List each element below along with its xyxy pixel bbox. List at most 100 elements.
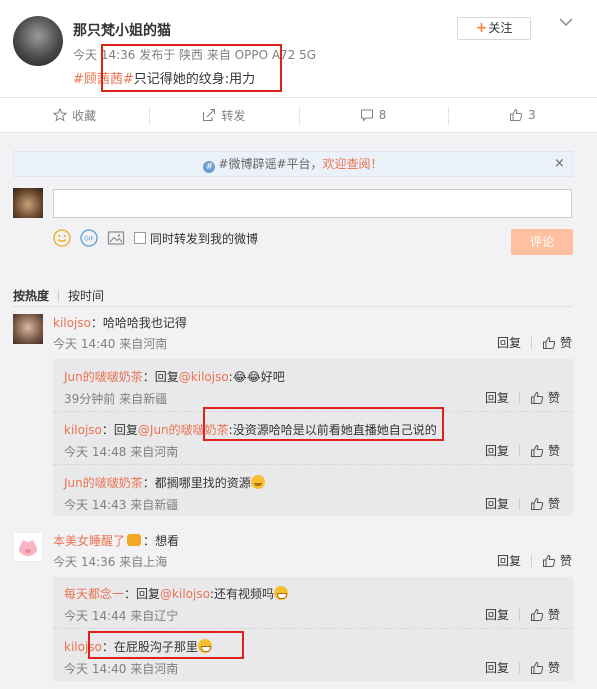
commenter-name[interactable]: 本美女睡醒了 (53, 534, 125, 548)
reply-prefix: ：都搁哪里找的资源 (142, 476, 251, 490)
chevron-down-icon[interactable] (558, 14, 574, 30)
comment-text: kilojso：哈哈哈我也记得 (53, 314, 187, 331)
pig-icon (19, 540, 37, 556)
highlight-box (101, 44, 282, 92)
comment-button[interactable]: 8 (298, 98, 448, 132)
reply-text: 每天都念一：回复@kilojso:还有视频吗 (64, 585, 288, 602)
comment-body: ：哈哈哈我也记得 (90, 316, 187, 330)
mention-link[interactable]: @kilojso (179, 370, 229, 384)
comment-ops: 回复 赞 (497, 334, 572, 351)
divider (519, 661, 521, 674)
comment-time: 今天 14:36 来自上海 (53, 555, 168, 569)
replier-name[interactable]: Jun的啵啵奶茶 (64, 476, 143, 490)
close-icon[interactable]: × (554, 156, 565, 171)
reply-time: 今天 14:48 来自河南 (64, 445, 179, 459)
grin-emoji-icon (273, 586, 288, 600)
follow-button[interactable]: +关注 (457, 17, 531, 40)
svg-text:GIF: GIF (84, 236, 94, 243)
follow-label: 关注 (488, 21, 513, 35)
reply-button[interactable]: 回复 (485, 495, 509, 512)
replier-name[interactable]: kilojso (64, 423, 102, 437)
info-icon: # (203, 161, 216, 173)
replier-name[interactable]: Jun的啵啵奶茶 (64, 370, 143, 384)
action-bar: 收藏 转发 8 3 (0, 97, 597, 133)
reply-time: 39分钟前 来自新疆 (64, 392, 168, 406)
submit-comment-button[interactable]: 评论 (511, 229, 573, 255)
repost-option-label: 同时转发到我的微博 (150, 231, 259, 246)
reply-button[interactable]: 回复 (485, 442, 509, 459)
like-button[interactable]: 3 (447, 98, 597, 132)
reply-prefix: ：回复 (101, 423, 138, 437)
notice-text: #微博辟谣#平台， (218, 157, 323, 171)
like-button[interactable]: 赞 (548, 606, 560, 623)
thumbs-up-icon (510, 108, 523, 121)
plus-icon: + (475, 20, 488, 36)
sort-time-tab[interactable]: 按时间 (68, 287, 104, 304)
thumbs-up-icon[interactable] (530, 661, 544, 675)
reply-text: Jun的啵啵奶茶：回复@kilojso:😂😂好吧 (64, 368, 285, 385)
comment-time: 今天 14:40 来自河南 (53, 337, 168, 351)
repost-button[interactable]: 转发 (149, 98, 298, 132)
favorite-label: 收藏 (72, 108, 97, 123)
composer-tools: GIF 同时转发到我的微博 (53, 229, 258, 247)
divider (519, 497, 521, 510)
emoji-icon[interactable] (53, 229, 71, 247)
repost-checkbox[interactable] (134, 232, 146, 244)
comment-count: 8 (378, 108, 387, 122)
thumbs-up-icon[interactable] (530, 391, 544, 405)
gif-icon[interactable]: GIF (80, 229, 98, 247)
reply-ops: 回复 赞 (485, 389, 560, 406)
reply-button[interactable]: 回复 (485, 659, 509, 676)
thumbs-up-icon[interactable] (530, 444, 544, 458)
reply-button[interactable]: 回复 (485, 389, 509, 406)
reply-time: 今天 14:43 来自新疆 (64, 498, 179, 512)
highlight-box (88, 631, 244, 659)
comment-input[interactable] (53, 189, 572, 218)
mention-link[interactable]: @kilojso (160, 587, 210, 601)
like-button[interactable]: 赞 (548, 659, 560, 676)
replier-name[interactable]: 每天都念一 (64, 587, 124, 601)
image-icon[interactable] (107, 229, 125, 247)
author-avatar[interactable] (13, 16, 63, 66)
reply-button[interactable]: 回复 (485, 606, 509, 623)
notice-link[interactable]: 欢迎查阅！ (323, 157, 383, 171)
like-count: 3 (528, 108, 536, 122)
reply-body: :😂😂好吧 (228, 370, 285, 384)
divider (519, 608, 521, 621)
thumbs-up-icon[interactable] (530, 608, 544, 622)
reply-ops: 回复 赞 (485, 659, 560, 676)
reply-prefix: ：回复 (124, 587, 161, 601)
like-button[interactable]: 赞 (548, 495, 560, 512)
thumbs-up-icon[interactable] (542, 336, 556, 350)
like-button[interactable]: 赞 (548, 389, 560, 406)
reply-time: 今天 14:44 来自辽宁 (64, 609, 179, 623)
like-button[interactable]: 赞 (560, 334, 572, 351)
commenter-name[interactable]: kilojso (53, 316, 91, 330)
thumbs-up-icon[interactable] (542, 554, 556, 568)
sort-bar: 按热度 按时间 (13, 287, 104, 304)
reply-ops: 回复 赞 (485, 442, 560, 459)
reply-button[interactable]: 回复 (497, 334, 521, 351)
sort-hot-tab[interactable]: 按热度 (13, 287, 49, 304)
commenter-avatar[interactable] (13, 314, 43, 344)
divider (13, 306, 573, 307)
commenter-avatar[interactable] (13, 532, 43, 562)
reply-text: Jun的啵啵奶茶：都搁哪里找的资源 (64, 474, 265, 491)
like-button[interactable]: 赞 (560, 552, 572, 569)
like-button[interactable]: 赞 (548, 442, 560, 459)
divider (58, 289, 60, 302)
thumbs-up-icon[interactable] (530, 497, 544, 511)
repost-icon (203, 109, 216, 121)
favorite-button[interactable]: 收藏 (0, 98, 149, 132)
comment-body: ：想看 (143, 534, 180, 548)
crying-emoji-icon (250, 475, 265, 489)
reply-body: :还有视频吗 (209, 587, 274, 601)
author-name[interactable]: 那只梵小姐的猫 (73, 20, 171, 40)
repost-label: 转发 (221, 108, 246, 123)
reply-button[interactable]: 回复 (497, 552, 521, 569)
divider (53, 628, 573, 629)
divider (519, 391, 521, 404)
divider (531, 554, 533, 567)
reply-ops: 回复 赞 (485, 495, 560, 512)
comment-icon (360, 109, 373, 122)
